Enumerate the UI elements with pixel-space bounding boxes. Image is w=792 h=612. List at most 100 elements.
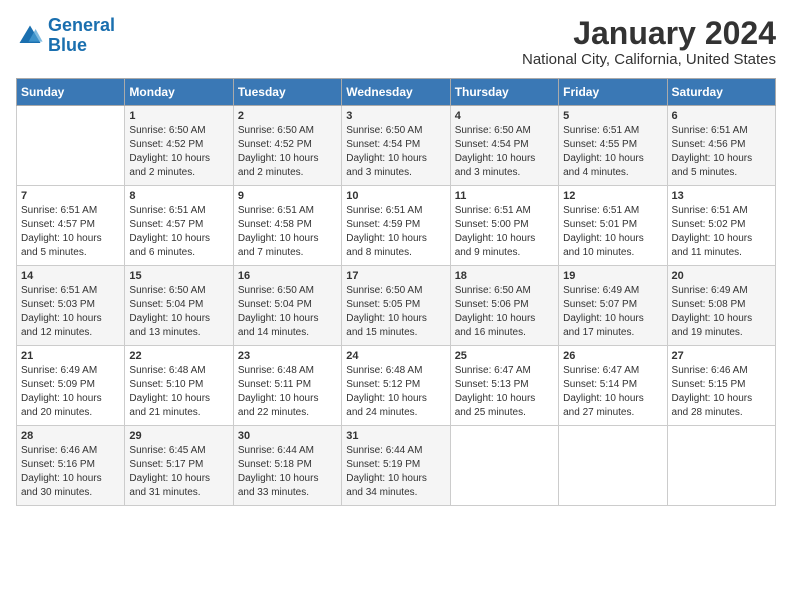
calendar-cell: 31Sunrise: 6:44 AM Sunset: 5:19 PM Dayli… [342, 426, 450, 506]
day-number: 25 [455, 350, 554, 362]
header-cell-saturday: Saturday [667, 79, 775, 106]
calendar-week-row: 21Sunrise: 6:49 AM Sunset: 5:09 PM Dayli… [17, 346, 776, 426]
day-number: 4 [455, 110, 554, 122]
day-info: Sunrise: 6:51 AM Sunset: 4:57 PM Dayligh… [129, 204, 228, 260]
calendar-cell: 25 Sunrise: 6:47 AM Sunset: 5:13 PM Dayli… [450, 346, 558, 426]
logo: General Blue [16, 16, 115, 56]
calendar-cell: 28 Sunrise: 6:46 AM Sunset: 5:16 PM Dayli… [17, 426, 125, 506]
calendar-cell [17, 106, 125, 186]
day-number: 30 [238, 430, 337, 442]
day-number: 10 [346, 190, 445, 202]
day-info: Sunrise: 6:47 AM Sunset: 5:13 PM Dayligh… [455, 364, 554, 420]
header-cell-tuesday: Tuesday [233, 79, 341, 106]
day-info: Sunrise: 6:46 AM Sunset: 5:16 PM Dayligh… [21, 444, 120, 500]
day-info: Sunrise: 6:49 AM Sunset: 5:08 PM Dayligh… [672, 284, 771, 340]
day-info: Sunrise: 6:51 AM Sunset: 4:58 PM Dayligh… [238, 204, 337, 260]
calendar-week-row: 14 Sunrise: 6:51 AM Sunset: 5:03 PM Dayli… [17, 266, 776, 346]
day-number: 27 [672, 350, 771, 362]
calendar-cell [667, 426, 775, 506]
calendar-cell: 15Sunrise: 6:50 AM Sunset: 5:04 PM Dayli… [125, 266, 233, 346]
calendar-cell: 18 Sunrise: 6:50 AM Sunset: 5:06 PM Dayli… [450, 266, 558, 346]
header-cell-sunday: Sunday [17, 79, 125, 106]
calendar-cell: 6Sunrise: 6:51 AM Sunset: 4:56 PM Daylig… [667, 106, 775, 186]
day-info: Sunrise: 6:48 AM Sunset: 5:10 PM Dayligh… [129, 364, 228, 420]
page-header: General Blue January 2024 National City,… [16, 16, 776, 68]
day-number: 9 [238, 190, 337, 202]
day-info: Sunrise: 6:50 AM Sunset: 5:04 PM Dayligh… [238, 284, 337, 340]
calendar-cell: 10 Sunrise: 6:51 AM Sunset: 4:59 PM Dayli… [342, 186, 450, 266]
calendar-cell: 29 Sunrise: 6:45 AM Sunset: 5:17 PM Dayli… [125, 426, 233, 506]
day-info: Sunrise: 6:50 AM Sunset: 4:54 PM Dayligh… [455, 124, 554, 180]
day-number: 13 [672, 190, 771, 202]
calendar-cell: 30Sunrise: 6:44 AM Sunset: 5:18 PM Dayli… [233, 426, 341, 506]
header-cell-wednesday: Wednesday [342, 79, 450, 106]
day-number: 28 [21, 430, 120, 442]
calendar-cell: 4 Sunrise: 6:50 AM Sunset: 4:54 PM Daylig… [450, 106, 558, 186]
calendar-header-row: SundayMondayTuesdayWednesdayThursdayFrid… [17, 79, 776, 106]
day-info: Sunrise: 6:51 AM Sunset: 5:00 PM Dayligh… [455, 204, 554, 260]
day-number: 26 [563, 350, 662, 362]
day-number: 23 [238, 350, 337, 362]
day-info: Sunrise: 6:51 AM Sunset: 4:57 PM Dayligh… [21, 204, 120, 260]
day-number: 31 [346, 430, 445, 442]
calendar-cell: 3 Sunrise: 6:50 AM Sunset: 4:54 PM Daylig… [342, 106, 450, 186]
day-info: Sunrise: 6:45 AM Sunset: 5:17 PM Dayligh… [129, 444, 228, 500]
day-info: Sunrise: 6:51 AM Sunset: 5:02 PM Dayligh… [672, 204, 771, 260]
calendar-cell: 17Sunrise: 6:50 AM Sunset: 5:05 PM Dayli… [342, 266, 450, 346]
calendar-cell: 14 Sunrise: 6:51 AM Sunset: 5:03 PM Dayli… [17, 266, 125, 346]
logo-text: General Blue [48, 16, 115, 56]
day-number: 24 [346, 350, 445, 362]
calendar-cell: 16 Sunrise: 6:50 AM Sunset: 5:04 PM Dayli… [233, 266, 341, 346]
day-info: Sunrise: 6:47 AM Sunset: 5:14 PM Dayligh… [563, 364, 662, 420]
calendar-cell: 26 Sunrise: 6:47 AM Sunset: 5:14 PM Dayli… [559, 346, 667, 426]
day-info: Sunrise: 6:49 AM Sunset: 5:07 PM Dayligh… [563, 284, 662, 340]
day-info: Sunrise: 6:51 AM Sunset: 4:59 PM Dayligh… [346, 204, 445, 260]
calendar-cell: 7 Sunrise: 6:51 AM Sunset: 4:57 PM Daylig… [17, 186, 125, 266]
calendar-cell: 27 Sunrise: 6:46 AM Sunset: 5:15 PM Dayli… [667, 346, 775, 426]
day-number: 7 [21, 190, 120, 202]
calendar-table: SundayMondayTuesdayWednesdayThursdayFrid… [16, 78, 776, 506]
day-number: 8 [129, 190, 228, 202]
day-number: 15 [129, 270, 228, 282]
calendar-cell: 24 Sunrise: 6:48 AM Sunset: 5:12 PM Dayli… [342, 346, 450, 426]
calendar-cell: 12Sunrise: 6:51 AM Sunset: 5:01 PM Dayli… [559, 186, 667, 266]
day-info: Sunrise: 6:51 AM Sunset: 5:03 PM Dayligh… [21, 284, 120, 340]
day-info: Sunrise: 6:50 AM Sunset: 4:52 PM Dayligh… [129, 124, 228, 180]
header-cell-monday: Monday [125, 79, 233, 106]
day-info: Sunrise: 6:46 AM Sunset: 5:15 PM Dayligh… [672, 364, 771, 420]
day-number: 11 [455, 190, 554, 202]
day-number: 20 [672, 270, 771, 282]
calendar-cell: 8 Sunrise: 6:51 AM Sunset: 4:57 PM Daylig… [125, 186, 233, 266]
day-number: 29 [129, 430, 228, 442]
header-cell-friday: Friday [559, 79, 667, 106]
day-number: 17 [346, 270, 445, 282]
calendar-cell: 22Sunrise: 6:48 AM Sunset: 5:10 PM Dayli… [125, 346, 233, 426]
day-info: Sunrise: 6:51 AM Sunset: 4:55 PM Dayligh… [563, 124, 662, 180]
day-info: Sunrise: 6:48 AM Sunset: 5:12 PM Dayligh… [346, 364, 445, 420]
day-info: Sunrise: 6:50 AM Sunset: 5:06 PM Dayligh… [455, 284, 554, 340]
day-number: 18 [455, 270, 554, 282]
calendar-cell: 19 Sunrise: 6:49 AM Sunset: 5:07 PM Dayli… [559, 266, 667, 346]
calendar-cell [450, 426, 558, 506]
day-info: Sunrise: 6:51 AM Sunset: 4:56 PM Dayligh… [672, 124, 771, 180]
calendar-cell [559, 426, 667, 506]
day-info: Sunrise: 6:50 AM Sunset: 4:54 PM Dayligh… [346, 124, 445, 180]
calendar-cell: 23Sunrise: 6:48 AM Sunset: 5:11 PM Dayli… [233, 346, 341, 426]
day-number: 16 [238, 270, 337, 282]
calendar-cell: 1 Sunrise: 6:50 AM Sunset: 4:52 PM Daylig… [125, 106, 233, 186]
day-number: 14 [21, 270, 120, 282]
day-number: 5 [563, 110, 662, 122]
day-number: 3 [346, 110, 445, 122]
month-title: January 2024 [522, 16, 776, 51]
day-info: Sunrise: 6:50 AM Sunset: 4:52 PM Dayligh… [238, 124, 337, 180]
calendar-cell: 21Sunrise: 6:49 AM Sunset: 5:09 PM Dayli… [17, 346, 125, 426]
day-number: 2 [238, 110, 337, 122]
calendar-week-row: 7 Sunrise: 6:51 AM Sunset: 4:57 PM Daylig… [17, 186, 776, 266]
day-number: 19 [563, 270, 662, 282]
day-info: Sunrise: 6:51 AM Sunset: 5:01 PM Dayligh… [563, 204, 662, 260]
location-title: National City, California, United States [522, 51, 776, 68]
calendar-cell: 20 Sunrise: 6:49 AM Sunset: 5:08 PM Dayli… [667, 266, 775, 346]
logo-icon [16, 22, 44, 50]
day-number: 1 [129, 110, 228, 122]
calendar-week-row: 28 Sunrise: 6:46 AM Sunset: 5:16 PM Dayli… [17, 426, 776, 506]
